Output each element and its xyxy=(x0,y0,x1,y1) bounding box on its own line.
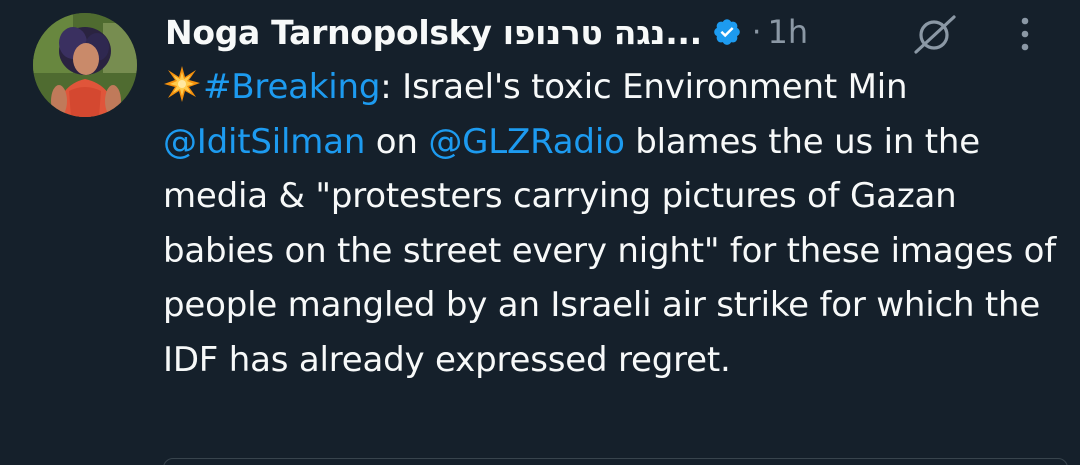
verified-badge-icon[interactable] xyxy=(712,17,742,47)
tweet-text-part: on xyxy=(365,121,429,162)
mention-link[interactable]: @GLZRadio xyxy=(428,122,625,162)
author-name[interactable]: Noga Tarnopolsky נגה טרנופו... xyxy=(165,13,702,52)
tweet[interactable]: Noga Tarnopolsky נגה טרנופו... · 1h #Bre… xyxy=(0,0,1080,465)
tweet-header: Noga Tarnopolsky נגה טרנופו... · 1h xyxy=(165,8,808,56)
hashtag-link[interactable]: #Breaking xyxy=(203,67,380,107)
mention-link[interactable]: @IditSilman xyxy=(163,122,365,162)
tweet-text: #Breaking: Israel's toxic Environment Mi… xyxy=(163,60,1068,387)
author-avatar[interactable] xyxy=(33,13,137,117)
tweet-text-part: : Israel's toxic Environment Min xyxy=(380,67,908,107)
media-card[interactable] xyxy=(163,458,1068,465)
collision-emoji-icon xyxy=(163,65,201,103)
grok-icon[interactable] xyxy=(912,14,960,54)
meta-separator: · xyxy=(751,14,762,50)
more-vertical-icon[interactable] xyxy=(1013,12,1037,56)
tweet-timestamp[interactable]: 1h xyxy=(767,13,808,51)
